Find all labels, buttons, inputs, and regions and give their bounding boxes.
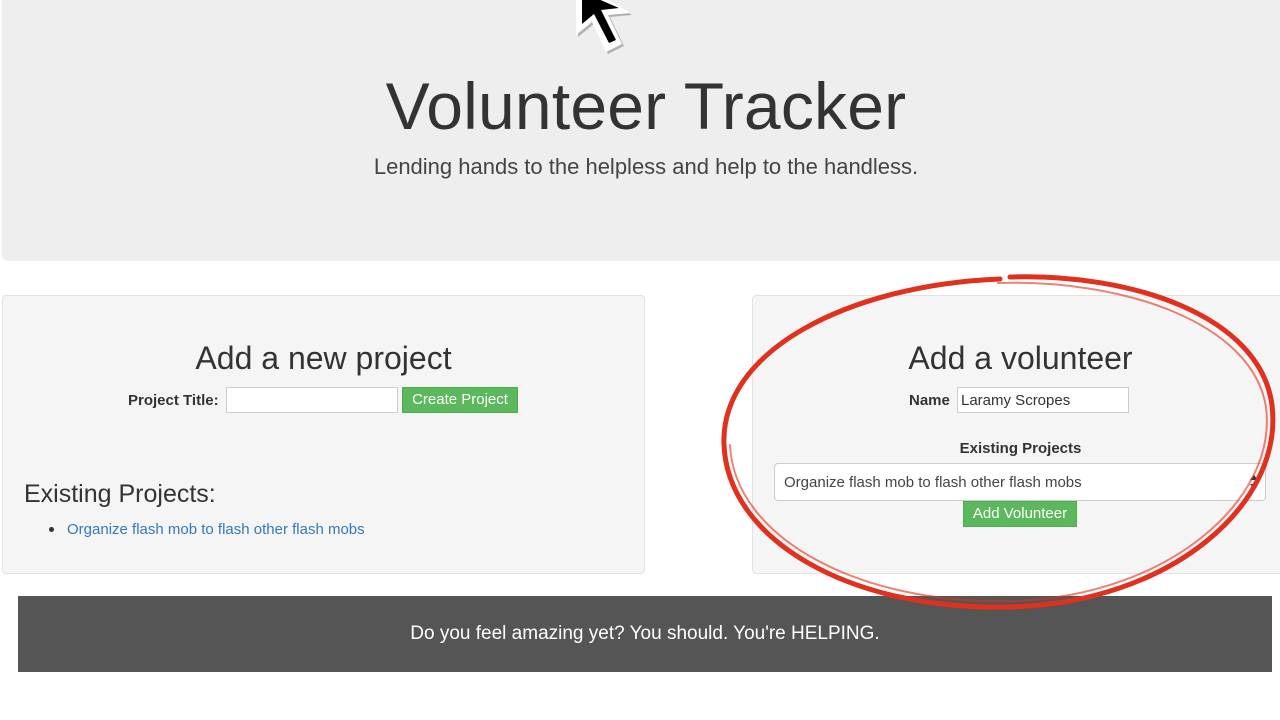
volunteer-name-label: Name — [909, 392, 950, 409]
add-volunteer-button[interactable]: Add Volunteer — [963, 501, 1077, 527]
add-volunteer-panel: Add a volunteer Name Existing Projects O… — [752, 295, 1280, 574]
existing-projects-heading: Existing Projects: — [24, 480, 216, 508]
list-item: Organize flash mob to flash other flash … — [49, 520, 365, 540]
arrow-cursor-icon — [576, 0, 632, 54]
project-select[interactable]: Organize flash mob to flash other flash … — [774, 463, 1266, 501]
add-volunteer-heading: Add a volunteer — [908, 340, 1133, 376]
existing-projects-label: Existing Projects — [959, 440, 1082, 457]
page-tagline: Lending hands to the helpless and help t… — [373, 154, 919, 179]
project-select-value: Organize flash mob to flash other flash … — [784, 474, 1082, 491]
new-project-heading: Add a new project — [195, 340, 452, 376]
project-title-input[interactable] — [226, 387, 398, 413]
project-link[interactable]: Organize flash mob to flash other flash … — [67, 521, 365, 538]
project-title-label: Project Title: — [128, 392, 219, 409]
select-arrows-icon — [1250, 475, 1258, 489]
footer-text: Do you feel amazing yet? You should. You… — [410, 623, 880, 644]
volunteer-name-input[interactable] — [957, 387, 1129, 413]
create-project-button[interactable]: Create Project — [402, 387, 518, 413]
bullet-icon — [49, 527, 54, 532]
footer-banner: Do you feel amazing yet? You should. You… — [18, 596, 1272, 672]
existing-projects-list: Organize flash mob to flash other flash … — [49, 520, 365, 540]
new-project-panel: Add a new project Project Title: Create … — [2, 295, 645, 574]
page-title: Volunteer Tracker — [385, 69, 907, 143]
